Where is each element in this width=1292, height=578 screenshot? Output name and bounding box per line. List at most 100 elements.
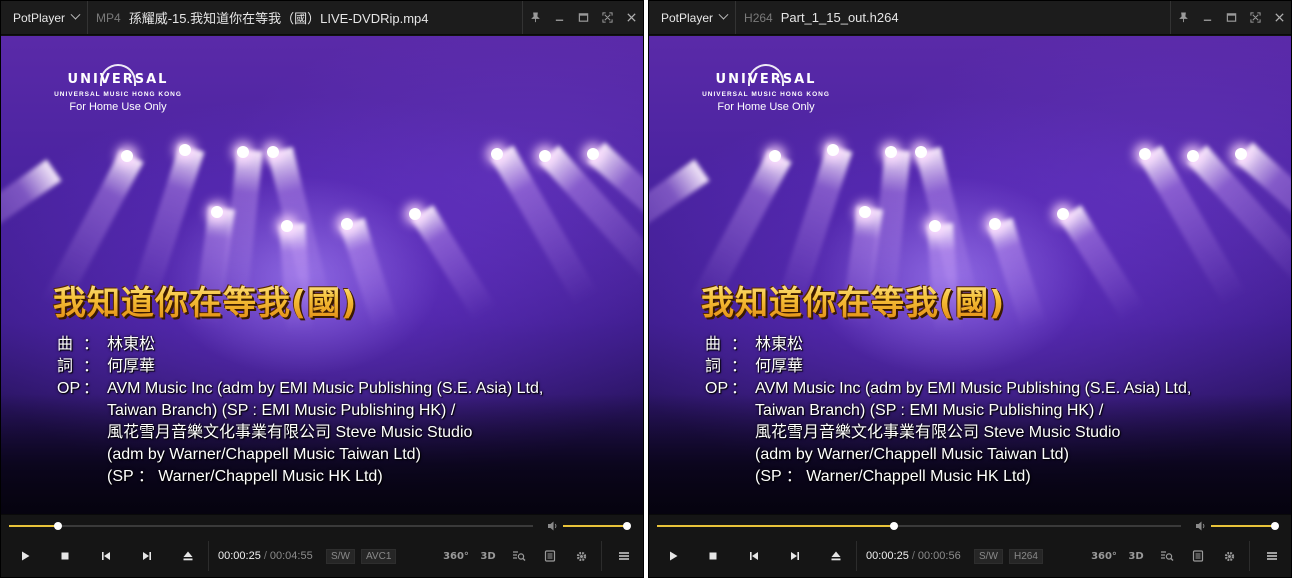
preferences-button[interactable]	[1218, 546, 1240, 566]
speaker-icon[interactable]	[547, 520, 559, 532]
app-name: PotPlayer	[13, 10, 66, 25]
fullscreen-button[interactable]	[595, 1, 619, 34]
control-bar: 00:00:25/00:04:55 S/W AVC1 360° 3D	[1, 514, 643, 577]
fullscreen-button[interactable]	[1243, 1, 1267, 34]
vr-360-icon: 360°	[1091, 550, 1117, 562]
main-menu-button[interactable]	[613, 546, 635, 566]
codec-badge[interactable]: AVC1	[361, 549, 397, 564]
3d-icon: 3D	[1128, 550, 1144, 562]
volume-handle[interactable]	[1271, 522, 1279, 530]
credit-line: OP： AVM Music Inc (adm by EMI Music Publi…	[57, 378, 543, 400]
time-display[interactable]: 00:00:25/00:00:56	[866, 550, 961, 562]
minimize-button[interactable]	[1195, 1, 1219, 34]
minimize-icon	[1203, 19, 1211, 21]
video-settings-button[interactable]	[1156, 546, 1178, 566]
credit-line: 曲 ： 林東松	[705, 334, 1191, 356]
globe-icon	[100, 64, 136, 86]
skip-previous-icon	[102, 552, 110, 560]
play-icon	[22, 551, 30, 561]
app-menu-button[interactable]: PotPlayer	[1, 1, 89, 34]
skip-previous-icon	[750, 552, 758, 560]
fullscreen-icon	[601, 12, 613, 23]
vr-360-button[interactable]: 360°	[1091, 546, 1117, 566]
play-button[interactable]	[15, 546, 35, 566]
credit-label: 曲	[57, 336, 74, 353]
previous-button[interactable]	[96, 546, 116, 566]
stop-icon	[61, 552, 69, 560]
decoder-badge[interactable]: S/W	[974, 549, 1003, 564]
pin-button[interactable]	[1171, 1, 1195, 34]
skip-next-icon	[791, 552, 799, 560]
close-button[interactable]	[619, 1, 643, 34]
title-bar[interactable]: PotPlayer MP4 孫耀威-15.我知道你在等我（國）LIVE-DVDR…	[1, 1, 643, 35]
playlist-button[interactable]	[539, 546, 561, 566]
seek-bar[interactable]	[9, 522, 533, 530]
volume-handle[interactable]	[623, 522, 631, 530]
player-window-right[interactable]: PotPlayer H264 Part_1_15_out.h264 UNIVER…	[648, 0, 1292, 578]
video-settings-button[interactable]	[508, 546, 530, 566]
video-area[interactable]: UNIVERSAL UNIVERSAL MUSIC HONG KONG For …	[1, 36, 643, 514]
universal-logo: UNIVERSAL UNIVERSAL MUSIC HONG KONG For …	[43, 64, 193, 113]
codec-badge[interactable]: H264	[1009, 549, 1043, 564]
title-bar[interactable]: PotPlayer H264 Part_1_15_out.h264	[649, 1, 1291, 35]
close-icon	[626, 13, 636, 22]
maximize-button[interactable]	[571, 1, 595, 34]
current-time: 00:00:25	[866, 550, 909, 562]
time-display[interactable]: 00:00:25/00:04:55	[218, 550, 313, 562]
credit-line: OP： AVM Music Inc (adm by EMI Music Publi…	[705, 378, 1191, 400]
maximize-button[interactable]	[1219, 1, 1243, 34]
vr-360-button[interactable]: 360°	[443, 546, 469, 566]
eject-button[interactable]	[826, 546, 846, 566]
credit-text: 何厚華	[107, 358, 156, 375]
credit-text: AVM Music Inc (adm by EMI Music Publishi…	[107, 380, 544, 397]
control-bar: 00:00:25/00:00:56 S/W H264 360° 3D	[649, 514, 1291, 577]
stop-button[interactable]	[55, 546, 75, 566]
next-button[interactable]	[137, 546, 157, 566]
eject-button[interactable]	[178, 546, 198, 566]
volume-slider[interactable]	[1211, 522, 1279, 530]
seek-handle[interactable]	[54, 522, 63, 530]
total-time: 00:04:55	[269, 550, 313, 562]
hamburger-menu-icon	[1267, 552, 1277, 560]
credit-line: 詞 ： 何厚華	[705, 356, 1191, 378]
speaker-icon[interactable]	[1195, 520, 1207, 532]
credit-text: 何厚華	[755, 358, 804, 375]
skip-next-icon	[143, 552, 151, 560]
seek-bar[interactable]	[657, 522, 1181, 530]
format-label: H264	[744, 10, 773, 25]
credit-colon: ：	[83, 358, 100, 375]
credit-label: 詞	[705, 358, 722, 375]
minimize-icon	[555, 19, 563, 21]
home-use-notice: For Home Use Only	[69, 101, 167, 113]
pin-button[interactable]	[523, 1, 547, 34]
minimize-button[interactable]	[547, 1, 571, 34]
total-time: 00:00:56	[917, 550, 961, 562]
previous-button[interactable]	[744, 546, 764, 566]
close-button[interactable]	[1267, 1, 1291, 34]
volume-slider[interactable]	[563, 522, 631, 530]
seek-handle[interactable]	[889, 522, 898, 530]
credit-continuation-line: Taiwan Branch) (SP : EMI Music Publishin…	[107, 402, 456, 419]
credit-label: 詞	[57, 358, 74, 375]
next-button[interactable]	[785, 546, 805, 566]
3d-button[interactable]: 3D	[477, 546, 499, 566]
home-use-notice: For Home Use Only	[717, 101, 815, 113]
credit-colon: ：	[731, 380, 748, 397]
credit-text: 林東松	[755, 336, 804, 353]
credits-block: 曲：林東松詞：何厚華 OP： AVM Music Inc (adm by EMI M…	[57, 334, 543, 488]
3d-button[interactable]: 3D	[1125, 546, 1147, 566]
play-button[interactable]	[663, 546, 683, 566]
player-window-left[interactable]: PotPlayer MP4 孫耀威-15.我知道你在等我（國）LIVE-DVDR…	[0, 0, 644, 578]
song-title-caption: 我知道你在等我(國)	[701, 276, 1005, 324]
video-area[interactable]: UNIVERSAL UNIVERSAL MUSIC HONG KONG For …	[649, 36, 1291, 514]
chevron-down-icon	[718, 9, 729, 20]
current-time: 00:00:25	[218, 550, 261, 562]
app-menu-button[interactable]: PotPlayer	[649, 1, 737, 34]
playlist-button[interactable]	[1187, 546, 1209, 566]
stop-button[interactable]	[703, 546, 723, 566]
credit-colon: ：	[731, 358, 748, 375]
main-menu-button[interactable]	[1261, 546, 1283, 566]
preferences-button[interactable]	[570, 546, 592, 566]
pin-icon	[1178, 12, 1188, 23]
decoder-badge[interactable]: S/W	[326, 549, 355, 564]
